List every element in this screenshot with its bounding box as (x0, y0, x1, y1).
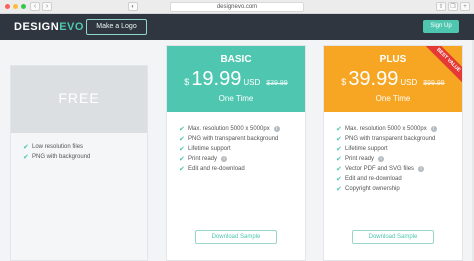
new-tab-icon[interactable]: + (460, 2, 470, 11)
price-term: One Time (375, 94, 411, 103)
plan-basic-header: BASIC $ 19.99 USD $39.99 One Time (167, 46, 305, 112)
feature-item: ✔ Lifetime support (336, 144, 437, 154)
feature-text: Max. resolution 5000 x 5000px (188, 126, 270, 132)
zoom-window-icon[interactable] (21, 4, 26, 9)
check-icon: ✔ (179, 166, 185, 173)
currency-symbol: $ (184, 77, 190, 87)
minimize-window-icon[interactable] (13, 4, 18, 9)
site-header: DESIGNEVO Make a Logo Sign Up (0, 14, 474, 40)
feature-text: Copyright ownership (345, 186, 400, 192)
make-a-logo-button[interactable]: Make a Logo (86, 19, 147, 35)
info-icon[interactable]: i (418, 166, 425, 172)
check-icon: ✔ (179, 156, 185, 163)
check-icon: ✔ (336, 156, 342, 163)
plan-card-basic: BASIC $ 19.99 USD $39.99 One Time ✔ Max. … (166, 45, 306, 261)
feature-item: ✔ Print ready i (179, 154, 280, 164)
site-logo[interactable]: DESIGNEVO (14, 21, 84, 33)
feature-text: Vector PDF and SVG files (345, 166, 415, 172)
plan-plus-title: PLUS (379, 54, 407, 65)
feature-text: Lifetime support (345, 146, 388, 152)
plan-card-free: FREE ✔ Low resolution files ✔ PNG with bac… (10, 65, 148, 261)
check-icon: ✔ (179, 126, 185, 133)
download-sample-button[interactable]: Download Sample (352, 230, 434, 244)
check-icon: ✔ (179, 136, 185, 143)
window-controls[interactable] (5, 4, 26, 9)
plan-free-header: FREE (11, 66, 147, 133)
sign-up-button[interactable]: Sign Up (423, 20, 459, 33)
feature-text: Edit and re-download (188, 166, 245, 172)
feature-text: Print ready (188, 156, 218, 162)
plan-free-features: ✔ Low resolution files ✔ PNG with backgrou… (23, 142, 90, 162)
price-unit: USD (400, 78, 418, 87)
info-icon[interactable]: i (378, 156, 385, 162)
feature-text: Print ready (345, 156, 375, 162)
feature-item: ✔ Max. resolution 5000 x 5000px i (336, 124, 437, 134)
currency-symbol: $ (341, 77, 347, 87)
feature-text: PNG with transparent background (188, 136, 279, 142)
feature-text: Lifetime support (188, 146, 231, 152)
feature-item: ✔ Print ready i (336, 154, 437, 164)
plan-basic-price: $ 19.99 USD $39.99 (167, 68, 305, 91)
price-amount: 19.99 (191, 68, 242, 90)
old-price: $39.99 (266, 80, 288, 87)
close-window-icon[interactable] (5, 4, 10, 9)
feature-item: ✔ Max. resolution 5000 x 5000px i (179, 124, 280, 134)
feature-item: ✔ Copyright ownership (336, 184, 437, 194)
feature-item: ✔ PNG with transparent background (179, 134, 280, 144)
plan-basic-title: BASIC (220, 54, 252, 65)
address-text: designevo.com (216, 4, 258, 10)
check-icon: ✔ (23, 154, 29, 161)
feature-item: ✔ Vector PDF and SVG files i (336, 164, 437, 174)
feature-item: ✔ Edit and re-download (179, 164, 280, 174)
info-icon[interactable]: i (430, 126, 437, 132)
check-icon: ✔ (336, 136, 342, 143)
plan-plus-header: BEST VALUE PLUS $ 39.99 USD $99.99 One T… (324, 46, 462, 112)
check-icon: ✔ (336, 126, 342, 133)
download-sample-button[interactable]: Download Sample (195, 230, 277, 244)
check-icon: ✔ (336, 176, 342, 183)
check-icon: ✔ (179, 146, 185, 153)
plan-free-title: FREE (58, 90, 100, 106)
share-icon[interactable]: ⇧ (436, 2, 446, 11)
feature-item: ✔ PNG with background (23, 152, 90, 162)
browser-actions: ⇧ ❐ + (436, 2, 470, 11)
plan-card-plus: BEST VALUE PLUS $ 39.99 USD $99.99 One T… (323, 45, 463, 261)
tabs-icon[interactable]: ❐ (448, 2, 458, 11)
logo-evo-text: EVO (59, 21, 84, 33)
feature-text: Max. resolution 5000 x 5000px (345, 126, 427, 132)
feature-item: ✔ Edit and re-download (336, 174, 437, 184)
price-amount: 39.99 (348, 68, 399, 90)
address-bar[interactable]: designevo.com (170, 2, 304, 12)
price-unit: USD (243, 78, 261, 87)
feature-item: ✔ PNG with transparent background (336, 134, 437, 144)
check-icon: ✔ (23, 144, 29, 151)
check-icon: ✔ (336, 186, 342, 193)
check-icon: ✔ (336, 166, 342, 173)
browser-toolbar: ‹ › ◐ designevo.com ⇧ ❐ + (0, 0, 474, 14)
feature-text: PNG with background (32, 154, 91, 160)
info-icon[interactable]: i (273, 126, 280, 132)
check-icon: ✔ (336, 146, 342, 153)
plan-basic-features: ✔ Max. resolution 5000 x 5000px i ✔ PNG wit… (179, 124, 280, 174)
feature-item: ✔ Lifetime support (179, 144, 280, 154)
back-icon[interactable]: ‹ (30, 2, 40, 11)
feature-item: ✔ Low resolution files (23, 142, 90, 152)
feature-text: Edit and re-download (345, 176, 402, 182)
plan-plus-features: ✔ Max. resolution 5000 x 5000px i ✔ PNG wit… (336, 124, 437, 194)
plan-plus-price: $ 39.99 USD $99.99 (324, 68, 462, 91)
privacy-icon[interactable]: ◐ (128, 2, 138, 11)
price-term: One Time (218, 94, 254, 103)
feature-text: Low resolution files (32, 144, 84, 150)
logo-design-text: DESIGN (14, 21, 60, 33)
forward-icon[interactable]: › (42, 2, 52, 11)
feature-text: PNG with transparent background (345, 136, 436, 142)
info-icon[interactable]: i (221, 156, 228, 162)
old-price: $99.99 (423, 80, 445, 87)
history-nav: ‹ › (30, 2, 52, 11)
